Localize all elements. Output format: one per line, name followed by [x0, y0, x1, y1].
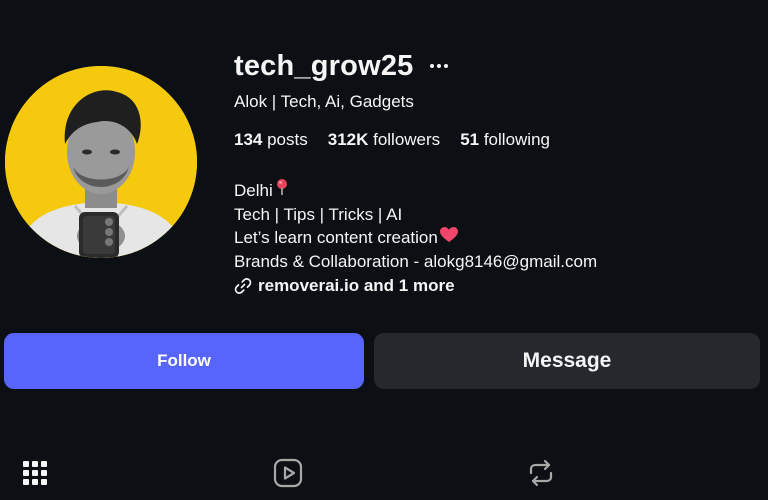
username-row: tech_grow25	[234, 46, 450, 86]
more-options-icon[interactable]	[428, 55, 450, 77]
link-icon	[234, 277, 252, 295]
repost-icon[interactable]	[526, 458, 556, 488]
posts-count: 134	[234, 130, 263, 149]
bio-line-1: Delhi	[234, 178, 597, 203]
reels-icon[interactable]	[273, 458, 303, 488]
round-pushpin-icon	[275, 178, 289, 203]
bio-line-4: Brands & Collaboration - alokg8146@gmail…	[234, 251, 598, 271]
follow-button[interactable]: Follow	[4, 333, 364, 389]
bio: Delhi Tech | Tips | Tricks | AI Let’s le…	[234, 178, 597, 273]
profile-stats: 134 posts 312K followers 51 following	[234, 130, 570, 150]
bio-line-2: Tech | Tips | Tricks | AI	[234, 204, 403, 224]
followers-stat[interactable]: 312K followers	[328, 130, 440, 150]
username: tech_grow25	[234, 49, 414, 82]
following-count: 51	[460, 130, 480, 149]
full-name: Alok | Tech, Ai, Gadgets	[234, 92, 414, 111]
bio-location: Delhi	[234, 180, 273, 200]
followers-label: followers	[368, 130, 441, 149]
following-label: following	[479, 130, 550, 149]
posts-label: posts	[262, 130, 308, 149]
heart-icon	[439, 226, 458, 250]
profile-page: tech_grow25 Alok | Tech, Ai, Gadgets 134…	[0, 0, 768, 500]
following-stat[interactable]: 51 following	[460, 130, 550, 150]
grid-icon[interactable]	[20, 458, 50, 488]
bio-line-3: Let’s learn content creation	[234, 226, 597, 250]
avatar[interactable]	[5, 66, 197, 258]
bio-line-3-text: Let’s learn content creation	[234, 228, 438, 247]
message-button[interactable]: Message	[374, 333, 760, 389]
posts-stat[interactable]: 134 posts	[234, 130, 308, 150]
followers-count: 312K	[327, 130, 369, 149]
avatar-photo	[5, 66, 197, 258]
link-text: removerai.io and 1 more	[258, 276, 455, 295]
external-links[interactable]: removerai.io and 1 more	[234, 276, 455, 296]
